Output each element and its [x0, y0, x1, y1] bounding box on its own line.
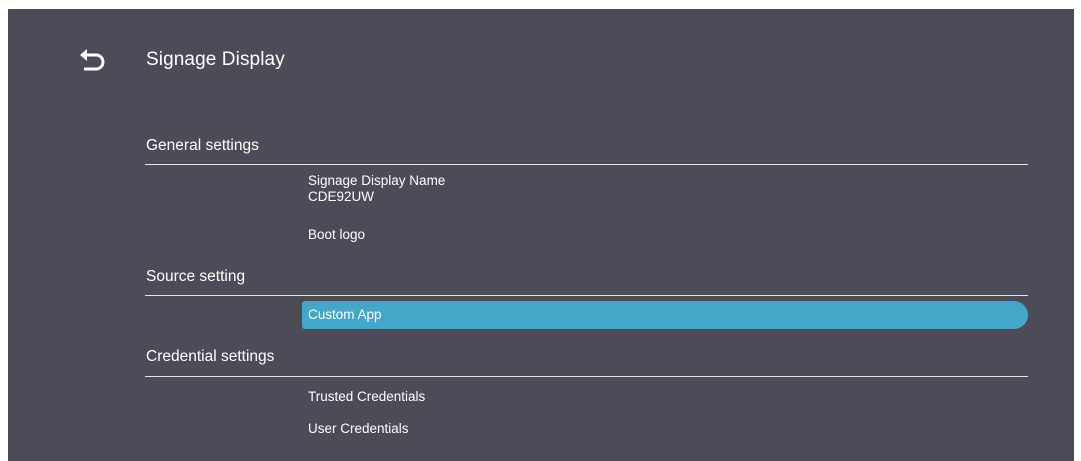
section-divider: [145, 164, 1028, 165]
page-title: Signage Display: [146, 49, 285, 70]
user-credentials-item[interactable]: User Credentials: [308, 421, 409, 437]
signage-display-name-value: CDE92UW: [308, 189, 375, 204]
section-divider: [145, 376, 1028, 377]
section-header-credential-settings: Credential settings: [146, 348, 275, 365]
boot-logo-item[interactable]: Boot logo: [308, 227, 365, 243]
settings-screen: Signage Display General settings Signage…: [8, 9, 1074, 461]
back-arrow-icon: [80, 49, 105, 71]
back-button[interactable]: [72, 45, 112, 79]
custom-app-item[interactable]: Custom App: [302, 301, 1028, 329]
signage-display-name-label: Signage Display Name: [308, 173, 446, 188]
section-header-source-setting: Source setting: [146, 268, 246, 285]
signage-display-name-item[interactable]: Signage Display Name CDE92UW: [308, 173, 445, 205]
section-header-general-settings: General settings: [146, 137, 259, 154]
trusted-credentials-item[interactable]: Trusted Credentials: [308, 389, 425, 405]
section-divider: [145, 295, 1028, 296]
